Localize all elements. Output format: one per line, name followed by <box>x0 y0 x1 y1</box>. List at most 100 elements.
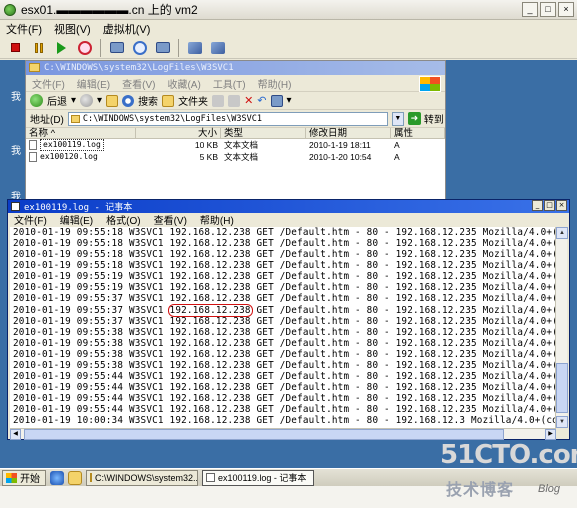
log-line-ip: 192.168.12.238 <box>169 415 251 427</box>
menu-format[interactable]: 格式(O) <box>106 212 140 227</box>
revert-snapshot-icon[interactable] <box>129 38 150 58</box>
explorer-title-bar[interactable]: C:\WINDOWS\system32\LogFiles\W3SVC1 <box>26 61 445 75</box>
log-line-prefix: 2010-01-19 09:55:18 W3SVC1 <box>13 260 170 272</box>
ie-icon[interactable] <box>50 470 64 485</box>
log-line: 2010-01-19 09:55:38 W3SVC1 192.168.12.23… <box>13 327 556 338</box>
views-dropdown-icon[interactable]: ▾ <box>287 95 292 106</box>
move-to-icon[interactable] <box>212 94 225 107</box>
log-line-suffix: GET /Default.htm - 80 - 192.168.12.235 M… <box>250 282 557 294</box>
watermark-subtitle: 技术博客 <box>446 482 515 499</box>
column-attributes[interactable]: 属性 <box>391 128 445 139</box>
column-size[interactable]: 大小 <box>136 128 221 139</box>
copy-to-icon[interactable] <box>228 94 241 107</box>
log-line-suffix: GET /Default.htm - 80 - 192.168.12.235 M… <box>250 348 557 360</box>
log-line-suffix: GET /Default.htm - 80 - 192.168.12.235 M… <box>250 249 557 261</box>
log-line-suffix: GET /Default.htm - 80 - 192.168.12.235 M… <box>250 393 557 405</box>
explorer-quicklaunch-icon[interactable] <box>68 470 82 485</box>
back-button[interactable]: 后退 <box>47 93 67 108</box>
log-line-suffix: GET /Default.htm - 80 - 192.168.12.235 M… <box>250 304 557 316</box>
log-line: 2010-01-19 09:55:38 W3SVC1 192.168.12.23… <box>13 349 556 360</box>
stop-icon[interactable] <box>5 38 26 58</box>
explorer-window: C:\WINDOWS\system32\LogFiles\W3SVC1 文件(F… <box>25 60 446 199</box>
search-icon[interactable] <box>122 94 135 107</box>
menu-vm[interactable]: 虚拟机(V) <box>103 21 151 37</box>
scroll-right-icon[interactable]: ▶ <box>545 429 556 440</box>
log-line: 2010-01-19 09:55:38 W3SVC1 192.168.12.23… <box>13 338 556 349</box>
forward-dropdown-icon[interactable]: ▾ <box>97 95 102 106</box>
go-button[interactable]: ➜ 转到 <box>407 111 444 126</box>
maximize-button[interactable]: □ <box>544 200 555 211</box>
search-button[interactable]: 搜索 <box>138 93 158 108</box>
forward-arrow-icon[interactable] <box>80 94 94 107</box>
log-line: 2010-01-19 09:55:38 W3SVC1 192.168.12.23… <box>13 360 556 371</box>
column-modified[interactable]: 修改日期 <box>306 128 391 139</box>
undo-icon[interactable]: ↶ <box>257 94 266 107</box>
back-arrow-icon[interactable] <box>30 94 43 107</box>
horizontal-scrollbar[interactable]: ◀ ▶ <box>10 428 556 440</box>
console-icon[interactable] <box>184 38 205 58</box>
views-icon[interactable] <box>270 94 283 107</box>
log-line-suffix: GET /Default.htm - 80 - 192.168.12.235 M… <box>250 359 557 371</box>
play-icon[interactable] <box>51 38 72 58</box>
toolbar-separator <box>100 38 101 57</box>
menu-favorites[interactable]: 收藏(A) <box>167 76 200 91</box>
menu-file[interactable]: 文件(F) <box>6 21 42 37</box>
delete-icon[interactable]: ✕ <box>244 94 253 107</box>
list-item[interactable]: ex100120.log 5 KB 文本文档 2010-1-20 10:54 A <box>26 151 445 163</box>
menu-file[interactable]: 文件(F) <box>32 76 65 91</box>
menu-help[interactable]: 帮助(H) <box>200 212 234 227</box>
desktop-icon-label[interactable]: 我 <box>11 142 21 157</box>
log-line-ip: 192.168.12.238 <box>169 293 251 305</box>
file-name: ex100120.log <box>40 152 98 161</box>
notepad-title-bar[interactable]: ex100119.log - 记事本 _ □ × <box>8 200 569 213</box>
file-size: 5 KB <box>199 152 218 162</box>
log-line-ip: 192.168.12.238 <box>169 249 251 261</box>
minimize-button[interactable]: _ <box>522 2 538 17</box>
start-button[interactable]: 开始 <box>2 469 46 486</box>
scroll-left-icon[interactable]: ◀ <box>10 429 21 440</box>
vertical-scrollbar[interactable]: ▲ ▼ <box>555 227 568 428</box>
menu-view[interactable]: 视图(V) <box>54 21 91 37</box>
log-line-suffix: GET /Default.htm - 80 - 192.168.12.235 M… <box>250 315 557 327</box>
column-name[interactable]: 名称 ^ <box>26 128 136 139</box>
maximize-button[interactable]: □ <box>540 2 556 17</box>
minimize-button[interactable]: _ <box>532 200 543 211</box>
settings-icon[interactable] <box>207 38 228 58</box>
menu-view[interactable]: 查看(V) <box>154 212 187 227</box>
log-line-ip: 192.168.12.238 <box>169 315 251 327</box>
log-line-suffix: GET /Default.htm - 80 - 192.168.12.235 M… <box>250 271 557 283</box>
notepad-text-area[interactable]: 2010-01-19 09:55:18 W3SVC1 192.168.12.23… <box>10 227 556 428</box>
file-modified: 2010-1-20 10:54 <box>309 152 372 162</box>
desktop-icon-label[interactable]: 我 <box>11 88 21 103</box>
log-line-prefix: 2010-01-19 09:55:38 W3SVC1 <box>13 326 170 338</box>
column-type[interactable]: 类型 <box>221 128 306 139</box>
scroll-thumb[interactable] <box>556 363 568 413</box>
scroll-thumb[interactable] <box>24 429 504 440</box>
snapshot-icon[interactable] <box>106 38 127 58</box>
address-input[interactable]: C:\WINDOWS\system32\LogFiles\W3SVC1 <box>67 111 388 126</box>
up-folder-icon[interactable] <box>106 94 119 107</box>
menu-file[interactable]: 文件(F) <box>14 212 47 227</box>
address-dropdown-icon[interactable]: ▼ <box>391 111 404 126</box>
folders-icon[interactable] <box>162 94 175 107</box>
menu-edit[interactable]: 编辑(E) <box>77 76 110 91</box>
reset-icon[interactable] <box>74 38 95 58</box>
taskbar-item-notepad[interactable]: ex100119.log - 记事本 <box>202 469 314 486</box>
folder-icon <box>90 473 92 482</box>
menu-tools[interactable]: 工具(T) <box>213 76 246 91</box>
vm-toolbar <box>0 37 577 59</box>
close-button[interactable]: × <box>556 200 567 211</box>
scroll-down-icon[interactable]: ▼ <box>556 416 568 428</box>
list-item[interactable]: ex100119.log 10 KB 文本文档 2010-1-19 18:11 … <box>26 139 445 151</box>
scroll-up-icon[interactable]: ▲ <box>556 227 568 239</box>
menu-view[interactable]: 查看(V) <box>122 76 155 91</box>
taskbar-item-explorer[interactable]: C:\WINDOWS\system32... <box>86 469 198 486</box>
close-button[interactable]: × <box>558 2 574 17</box>
back-dropdown-icon[interactable]: ▾ <box>71 95 76 106</box>
menu-help[interactable]: 帮助(H) <box>258 76 292 91</box>
pause-icon[interactable] <box>28 38 49 58</box>
folders-button[interactable]: 文件夹 <box>178 93 208 108</box>
log-line-prefix: 2010-01-19 09:55:19 W3SVC1 <box>13 282 170 294</box>
manage-snapshots-icon[interactable] <box>152 38 173 58</box>
menu-edit[interactable]: 编辑(E) <box>60 212 93 227</box>
